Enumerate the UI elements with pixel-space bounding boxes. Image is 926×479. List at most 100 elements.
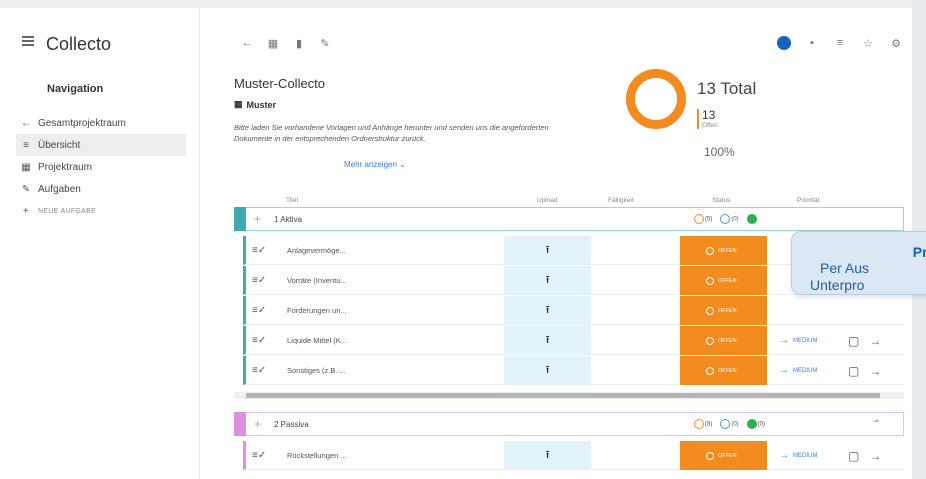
col-status[interactable]: Status: [712, 197, 730, 204]
col-priority[interactable]: Priorität: [797, 197, 819, 204]
row-title[interactable]: Anlagevermöge...: [287, 236, 346, 265]
priority-cell[interactable]: → MEDIUM: [779, 356, 817, 385]
nav-item-aufgaben[interactable]: ✎ Aufgaben: [16, 178, 186, 200]
nav-item-label: Übersicht: [38, 139, 81, 151]
percent-label: 100%: [704, 145, 735, 159]
count: (5): [705, 216, 713, 223]
total-count: 13 Total: [697, 79, 757, 98]
arrow-left-icon: ←: [21, 117, 31, 129]
task-list-icon: ≡✓: [252, 450, 267, 461]
upload-icon[interactable]: ⭱: [504, 266, 591, 295]
row-title[interactable]: Forderungen un...: [287, 296, 347, 325]
open-ring-icon: [694, 214, 704, 224]
tooltip-title: Proj: [912, 244, 926, 260]
priority-cell[interactable]: → MEDIUM: [779, 441, 817, 470]
gear-icon[interactable]: ⚙: [889, 36, 903, 50]
show-more-link[interactable]: Mehr anzeigen ⌄: [344, 160, 406, 169]
edit-icon[interactable]: ✎: [318, 36, 332, 50]
priority-label: MEDIUM: [793, 367, 818, 374]
nav-item-projektraum[interactable]: ▦ Projektraum: [16, 156, 186, 178]
row-actions: ▢ →: [848, 326, 881, 355]
count: (0): [757, 421, 766, 428]
project-description: Bitte laden Sie vorhandene Vorlagen und …: [234, 123, 549, 143]
tooltip-line-1: Per Aus: [820, 260, 870, 276]
list-check-icon: ≡: [23, 139, 29, 151]
comment-icon[interactable]: ▢: [848, 449, 859, 463]
open-arrow-icon[interactable]: →: [869, 364, 881, 378]
status-label: OFFEN: [718, 452, 737, 459]
col-upload[interactable]: Upload: [537, 197, 558, 204]
status-label: OFFEN: [718, 247, 737, 254]
group-name: 1 Aktiva: [274, 214, 303, 224]
upload-icon[interactable]: ⭱: [504, 441, 591, 470]
open-status-count: (5): [694, 214, 712, 224]
upload-icon[interactable]: ⭱: [504, 326, 591, 355]
row-title[interactable]: Liquide Mittel (K...: [287, 326, 347, 355]
group-status-summary: (8) (0) (0): [694, 419, 765, 429]
table-row[interactable]: ≡✓ Sonstiges (z.B. ... ⭱ OFFEN → MEDIUM ▢…: [243, 356, 904, 385]
task-list-icon: ≡✓: [252, 245, 267, 256]
open-arrow-icon[interactable]: →: [869, 334, 881, 348]
row-title[interactable]: Rückstellungen ...: [287, 441, 347, 470]
user-avatar-icon[interactable]: [777, 36, 791, 50]
row-title[interactable]: Sonstiges (z.B. ...: [287, 356, 346, 385]
nav-item-label: Aufgaben: [38, 183, 81, 195]
group-row[interactable]: + 2 Passiva (8) (0) (0) ⌃: [234, 412, 904, 436]
status-badge[interactable]: OFFEN: [680, 296, 767, 325]
upload-icon[interactable]: ⭱: [504, 356, 591, 385]
top-border: [0, 0, 926, 8]
horizontal-scrollbar[interactable]: [234, 392, 904, 399]
nav-item-uebersicht[interactable]: ≡ Übersicht: [16, 134, 186, 156]
status-badge[interactable]: OFFEN: [680, 441, 767, 470]
arrow-right-icon: →: [779, 335, 789, 346]
arrow-right-icon: →: [779, 365, 789, 376]
menu-icon[interactable]: [22, 36, 34, 46]
open-arrow-icon[interactable]: →: [869, 449, 881, 463]
upload-icon[interactable]: ⭱: [504, 296, 591, 325]
document-icon[interactable]: ▮: [292, 36, 306, 50]
row-actions: ▢ →: [848, 441, 881, 470]
progress-status-count: (0): [720, 214, 739, 224]
status-badge[interactable]: OFFEN: [680, 236, 767, 265]
collapse-icon[interactable]: ⌃: [873, 419, 881, 430]
priority-label: MEDIUM: [793, 337, 818, 344]
nav-item-gesamtprojektraum[interactable]: ← Gesamtprojektraum: [16, 112, 186, 134]
task-list-icon: ≡✓: [252, 305, 267, 316]
open-ring-icon: [694, 419, 704, 429]
plus-icon: +: [22, 205, 30, 217]
progress-ring-icon: [720, 419, 731, 429]
add-icon[interactable]: +: [254, 212, 274, 226]
new-task-button[interactable]: + NEUE AUFGABE: [16, 200, 186, 222]
table-row[interactable]: ≡✓ Forderungen un... ⭱ OFFEN: [243, 296, 904, 325]
open-label: Offen: [702, 122, 718, 129]
grid-icon[interactable]: ▦: [266, 36, 280, 50]
back-arrow-icon[interactable]: ←: [240, 36, 254, 50]
status-label: OFFEN: [718, 337, 737, 344]
comment-icon[interactable]: ▢: [848, 364, 859, 378]
table-row[interactable]: ≡✓ Rückstellungen ... ⭱ OFFEN → MEDIUM ▢ →: [243, 441, 904, 470]
group-color-bar: [234, 207, 246, 231]
add-icon[interactable]: +: [254, 417, 274, 431]
upload-icon[interactable]: ⭱: [504, 236, 591, 265]
status-badge[interactable]: OFFEN: [680, 326, 767, 355]
toolbar-right: ▪ ≡ ☆ ⚙: [777, 36, 903, 50]
status-badge[interactable]: OFFEN: [680, 266, 767, 295]
table-row[interactable]: ≡✓ Liquide Mittel (K... ⭱ OFFEN → MEDIUM …: [243, 326, 904, 355]
nav-heading: Navigation: [47, 83, 104, 95]
grid-icon: ▦: [234, 99, 243, 109]
star-icon[interactable]: ☆: [861, 36, 875, 50]
priority-cell[interactable]: → MEDIUM: [779, 326, 817, 355]
count: (0): [731, 421, 739, 428]
status-ring-icon: [706, 306, 714, 315]
scroll-thumb[interactable]: [246, 393, 880, 398]
app-title: Collecto: [46, 34, 112, 54]
status-badge[interactable]: OFFEN: [680, 356, 767, 385]
group-row[interactable]: + 1 Aktiva (5) (0): [234, 207, 904, 231]
open-count: 13: [702, 108, 716, 122]
filter-icon[interactable]: ≡: [833, 36, 847, 50]
comment-icon[interactable]: ▢: [848, 334, 859, 348]
col-due[interactable]: Fälligkeit: [608, 197, 634, 204]
row-title[interactable]: Vorräte (Inventu...: [287, 266, 347, 295]
calendar-icon[interactable]: ▪: [805, 36, 819, 50]
col-title[interactable]: Titel: [286, 197, 298, 204]
